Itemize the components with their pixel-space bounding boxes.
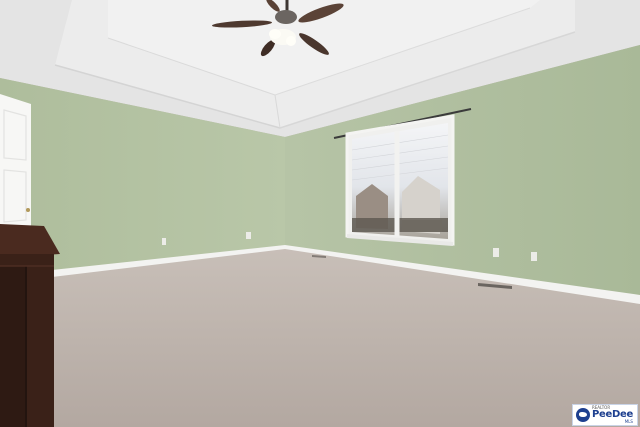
- outlet-right-2: [531, 252, 537, 261]
- dresser: [0, 224, 60, 427]
- watermark-text: REALTOR PeeDee MLS: [592, 406, 633, 424]
- room-photo: REALTOR PeeDee MLS: [0, 0, 640, 427]
- window: [345, 114, 455, 246]
- peedee-logo-icon: [576, 408, 590, 422]
- door: [0, 94, 31, 228]
- room-illustration: [0, 0, 640, 427]
- switch-plate: [246, 232, 251, 239]
- outlet-right-1: [493, 248, 499, 257]
- peedee-mls-watermark: REALTOR PeeDee MLS: [572, 404, 638, 426]
- outlet-left: [162, 238, 166, 245]
- watermark-suffix: MLS: [624, 419, 633, 424]
- door-knob: [26, 208, 30, 212]
